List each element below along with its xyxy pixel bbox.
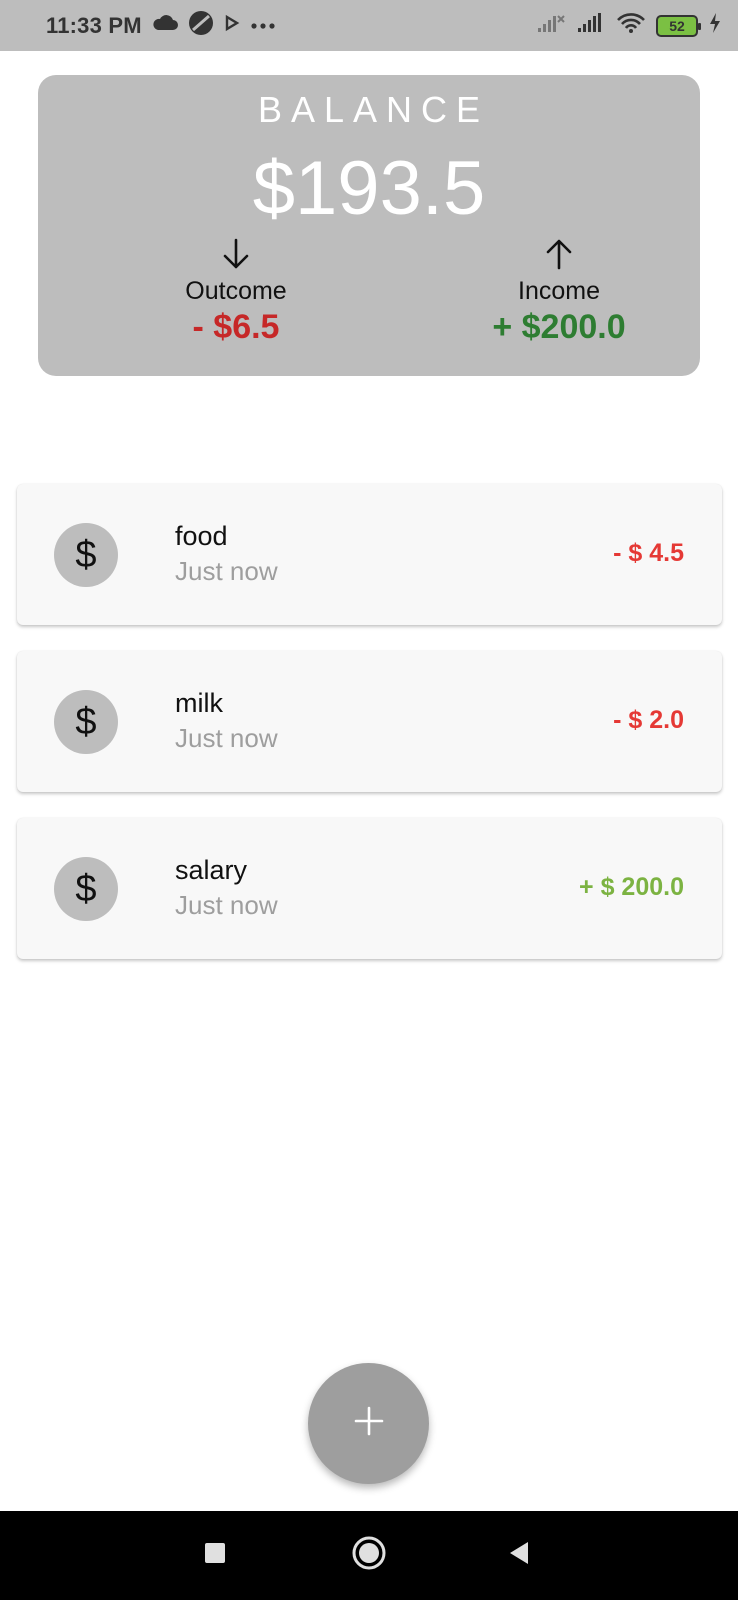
navigation-bar [0,1511,738,1600]
signal-icon [576,12,606,39]
income-label: Income [518,277,600,305]
balance-title: BALANCE [257,89,490,130]
transaction-time: Just now [175,556,278,586]
status-left-icons [152,10,276,41]
transaction-amount: - $ 4.5 [613,539,684,567]
signal-no-service-icon [536,12,566,39]
charging-icon [708,12,722,39]
dollar-icon: $ [54,523,118,587]
status-time: 11:33 PM [46,12,142,38]
outcome-label: Outcome [185,277,287,305]
recents-icon [203,1541,227,1570]
battery-icon: 52 [656,14,701,37]
dollar-icon: $ [54,857,118,921]
dollar-icon: $ [54,690,118,754]
transaction-item-salary[interactable]: $ salary Just now + $ 200.0 [17,818,722,959]
play-icon [224,14,240,37]
transaction-amount: + $ 200.0 [579,873,684,901]
income-value: + $200.0 [492,308,626,346]
transaction-amount: - $ 2.0 [613,706,684,734]
vpn-icon [188,10,214,41]
recents-button[interactable] [175,1511,255,1600]
arrow-down-icon [106,237,366,271]
status-bar: 11:33 PM 52 [0,0,738,51]
status-right-icons: 52 [536,12,722,39]
balance-card: BALANCE $193.5 Outcome - $6.5 Income + $… [38,75,700,376]
outcome-value: - $6.5 [192,308,280,346]
transaction-item-food[interactable]: $ food Just now - $ 4.5 [17,484,722,625]
cloud-icon [152,14,178,37]
more-dots-icon [250,17,276,35]
add-transaction-button[interactable] [308,1363,429,1484]
transaction-title: salary [175,855,248,885]
back-button[interactable] [479,1511,559,1600]
app-screen: 11:33 PM 52 BALANCE $193.5 Outcome - $6.… [0,0,738,1600]
home-button[interactable] [329,1511,409,1600]
transaction-time: Just now [175,723,278,753]
balance-amount: $193.5 [252,146,486,231]
transaction-time: Just now [175,890,278,920]
home-icon [351,1535,387,1576]
income-summary: Income + $200.0 [429,237,689,347]
wifi-icon [616,12,646,39]
transaction-title: milk [175,688,223,718]
arrow-up-icon [429,237,689,271]
back-icon [506,1540,532,1571]
plus-icon [353,1405,385,1442]
outcome-summary: Outcome - $6.5 [106,237,366,347]
transaction-title: food [175,521,228,551]
transaction-item-milk[interactable]: $ milk Just now - $ 2.0 [17,651,722,792]
